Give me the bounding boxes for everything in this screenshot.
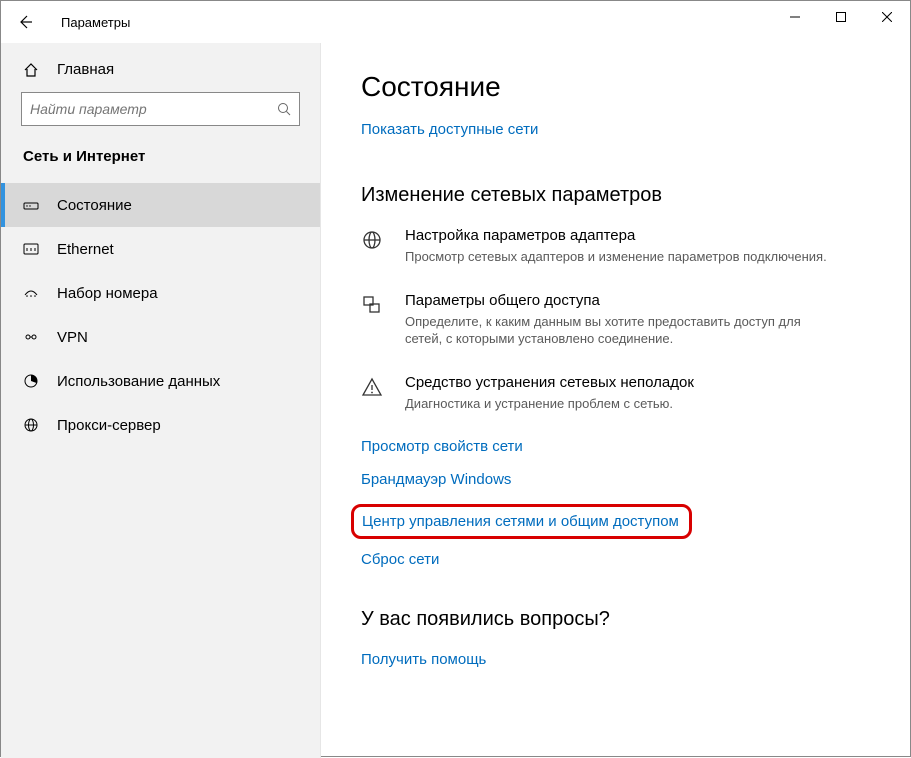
sharing-icon (361, 292, 389, 348)
link-view-network-props[interactable]: Просмотр свойств сети (361, 438, 870, 455)
option-troubleshoot[interactable]: Средство устранения сетевых неполадок Ди… (361, 374, 870, 413)
datausage-icon (23, 373, 43, 389)
content-area: Состояние Показать доступные сети Измене… (321, 43, 910, 758)
sidebar-item-label: Состояние (57, 197, 132, 214)
option-title: Средство устранения сетевых неполадок (405, 374, 694, 391)
sidebar-item-label: VPN (57, 329, 88, 346)
search-icon (277, 102, 291, 116)
proxy-icon (23, 417, 43, 433)
show-networks-link[interactable]: Показать доступные сети (361, 121, 538, 138)
vpn-icon (23, 329, 43, 345)
option-desc: Просмотр сетевых адаптеров и изменение п… (405, 248, 827, 266)
option-sharing[interactable]: Параметры общего доступа Определите, к к… (361, 292, 870, 348)
window-title: Параметры (49, 15, 130, 30)
search-input[interactable] (30, 101, 277, 117)
highlight-annotation: Центр управления сетями и общим доступом (351, 504, 692, 539)
sidebar-item-ethernet[interactable]: Ethernet (1, 227, 320, 271)
sidebar-category: Сеть и Интернет (1, 148, 320, 183)
option-desc: Диагностика и устранение проблем с сетью… (405, 395, 694, 413)
close-button[interactable] (864, 1, 910, 33)
ethernet-icon (23, 241, 43, 257)
maximize-button[interactable] (818, 1, 864, 33)
dialup-icon (23, 285, 43, 301)
sidebar-item-vpn[interactable]: VPN (1, 315, 320, 359)
page-title: Состояние (361, 71, 870, 103)
back-button[interactable] (1, 1, 49, 43)
option-adapter[interactable]: Настройка параметров адаптера Просмотр с… (361, 227, 870, 266)
sidebar-item-status[interactable]: Состояние (1, 183, 320, 227)
sidebar-item-dialup[interactable]: Набор номера (1, 271, 320, 315)
sidebar-item-label: Прокси-сервер (57, 417, 161, 434)
sidebar-home[interactable]: Главная (1, 61, 320, 92)
sidebar-item-label: Ethernet (57, 241, 114, 258)
link-get-help[interactable]: Получить помощь (361, 651, 870, 668)
close-icon (882, 12, 892, 22)
warning-icon (361, 374, 389, 413)
minimize-button[interactable] (772, 1, 818, 33)
sidebar-home-label: Главная (57, 61, 114, 78)
sidebar: Главная Сеть и Интернет Состояние Ethern… (1, 43, 321, 758)
search-box[interactable] (21, 92, 300, 126)
sidebar-item-datausage[interactable]: Использование данных (1, 359, 320, 403)
option-desc: Определите, к каким данным вы хотите пре… (405, 313, 835, 348)
link-sharing-center[interactable]: Центр управления сетями и общим доступом (362, 513, 679, 530)
sidebar-item-proxy[interactable]: Прокси-сервер (1, 403, 320, 447)
sidebar-item-label: Набор номера (57, 285, 158, 302)
maximize-icon (836, 12, 846, 22)
link-network-reset[interactable]: Сброс сети (361, 551, 870, 568)
option-title: Параметры общего доступа (405, 292, 835, 309)
status-icon (23, 197, 43, 213)
help-heading: У вас появились вопросы? (361, 608, 870, 631)
link-firewall[interactable]: Брандмауэр Windows (361, 471, 870, 488)
sidebar-item-label: Использование данных (57, 373, 220, 390)
option-title: Настройка параметров адаптера (405, 227, 827, 244)
minimize-icon (790, 12, 800, 22)
adapter-icon (361, 227, 389, 266)
change-settings-heading: Изменение сетевых параметров (361, 184, 870, 207)
arrow-left-icon (17, 14, 33, 30)
home-icon (23, 62, 43, 78)
